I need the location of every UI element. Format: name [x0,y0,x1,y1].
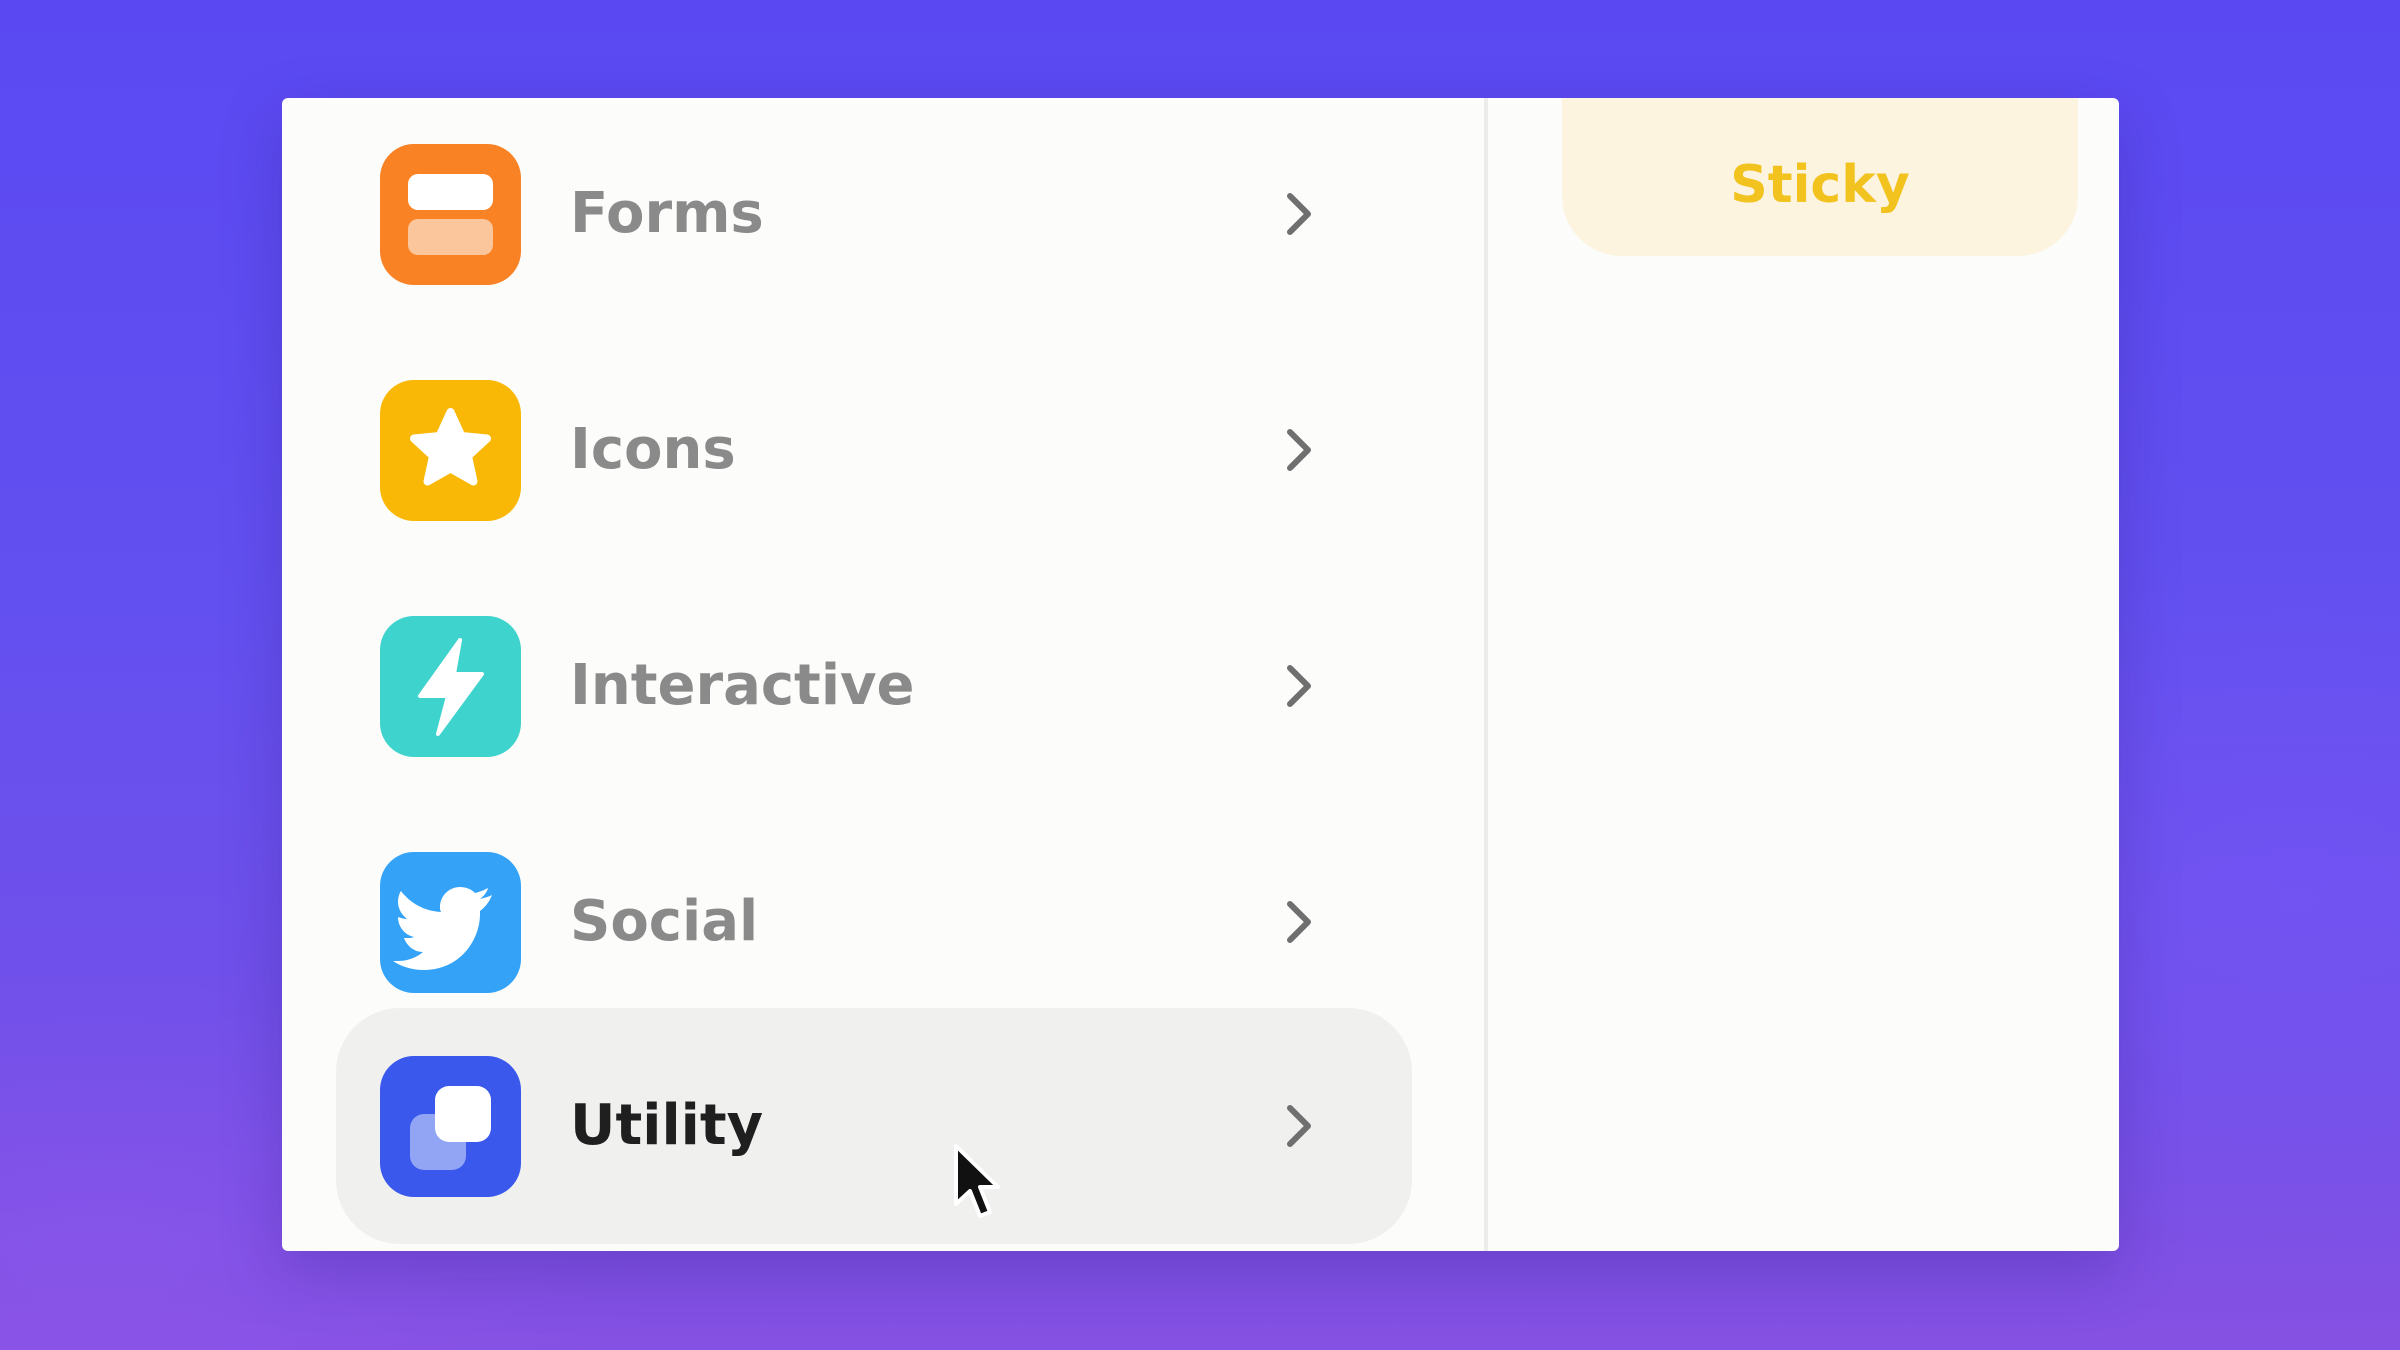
preview-panel: Sticky [1488,98,2119,1251]
sidebar-item-utility[interactable]: Utility [336,1008,1412,1244]
chevron-right-icon [1287,1105,1311,1147]
star-icon [380,380,521,521]
sidebar-item-label: Social [570,889,759,954]
sidebar-item-label: Interactive [570,653,915,718]
sticky-card-label: Sticky [1730,155,1910,215]
sidebar-item-label: Utility [570,1093,764,1158]
sidebar-item-label: Forms [570,181,764,246]
forms-icon [380,144,521,285]
twitter-bird-icon [380,852,521,993]
lightning-icon [380,616,521,757]
chevron-right-icon [1287,901,1311,943]
sidebar-item-forms[interactable]: Forms [336,98,1412,332]
sidebar-item-interactive[interactable]: Interactive [336,568,1412,804]
category-sidebar: Forms Icons Interactive Social Utility [282,98,1484,1251]
chevron-right-icon [1287,665,1311,707]
sidebar-item-icons[interactable]: Icons [336,332,1412,568]
chevron-right-icon [1287,429,1311,471]
sidebar-item-label: Icons [570,417,736,482]
sidebar-item-social[interactable]: Social [336,804,1412,1040]
chevron-right-icon [1287,193,1311,235]
app-window: Forms Icons Interactive Social Utility S… [282,98,2119,1251]
sticky-card[interactable]: Sticky [1562,98,2078,256]
mouse-cursor-icon [954,1144,1000,1218]
layers-icon [380,1056,521,1197]
